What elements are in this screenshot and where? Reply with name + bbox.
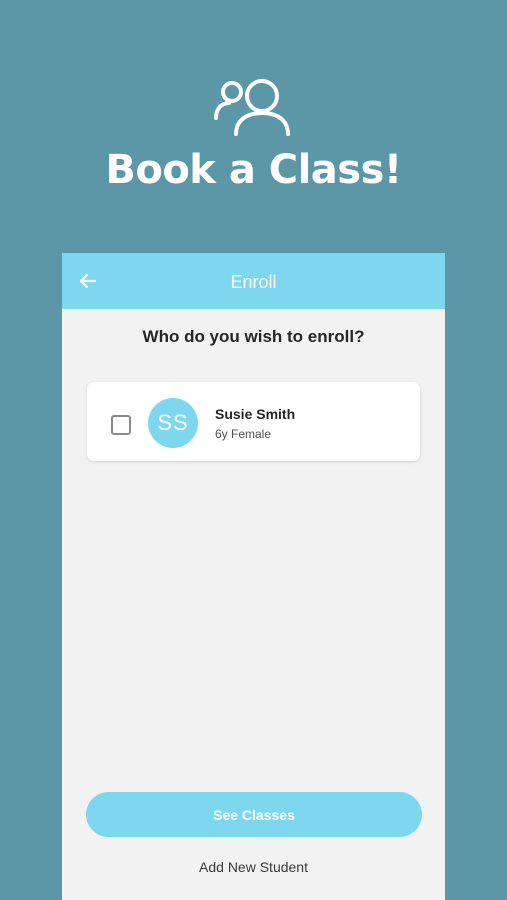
student-name: Susie Smith bbox=[215, 406, 296, 422]
app-bar: Enroll bbox=[62, 253, 445, 309]
student-card[interactable]: SS Susie Smith 6y Female bbox=[87, 382, 420, 461]
screen-title: Enroll bbox=[230, 272, 277, 292]
student-checkbox[interactable] bbox=[111, 415, 131, 435]
enroll-question: Who do you wish to enroll? bbox=[142, 327, 365, 346]
see-classes-button[interactable]: See Classes bbox=[86, 792, 422, 837]
student-details: 6y Female bbox=[215, 427, 272, 441]
avatar: SS bbox=[148, 398, 198, 448]
hero-title: Book a Class! bbox=[105, 147, 402, 193]
add-new-student-link[interactable]: Add New Student bbox=[62, 859, 445, 875]
hero-users-icon bbox=[212, 74, 296, 138]
enroll-screen: Enroll Who do you wish to enroll? SS Sus… bbox=[62, 253, 445, 900]
